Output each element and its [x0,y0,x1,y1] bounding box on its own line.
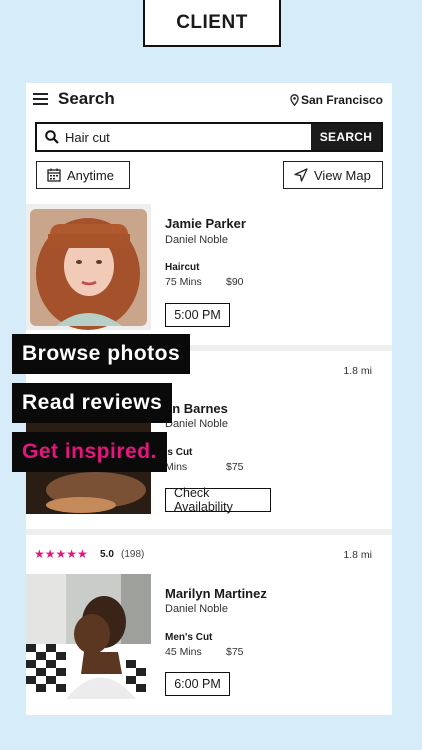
stylist-name: Jamie Parker [165,216,246,231]
service-duration: 45 Mins [165,646,202,658]
page-title: Search [58,89,115,108]
service-name: Haircut [165,262,200,273]
service-duration: 75 Mins [165,276,202,288]
salon-name: Daniel Noble [165,418,228,430]
portrait-image [30,209,147,330]
time-slot-button[interactable]: 6:00 PM [165,672,230,696]
distance-label: 1.8 mi [343,365,372,377]
service-price: $75 [226,646,244,658]
map-pin-icon [290,94,299,106]
service-name: 's Cut [165,447,193,458]
top-bar: Search San Francisco [26,83,392,121]
view-map-label: View Map [314,167,371,183]
search-button[interactable]: SEARCH [311,124,381,150]
service-price: $90 [226,276,244,288]
client-badge: CLIENT [143,0,281,47]
service-duration: Mins [165,461,188,473]
search-input[interactable]: Hair cut [37,124,311,150]
anytime-label: Anytime [67,167,114,183]
navigation-arrow-icon [294,168,308,182]
view-map-button[interactable]: View Map [283,161,383,189]
anytime-filter-button[interactable]: Anytime [36,161,130,189]
search-icon [45,130,59,144]
browse-photos-caption: Browse photos [12,334,191,374]
rating-value: 5.0 [100,549,114,560]
calendar-icon [47,168,61,182]
distance-label: 1.8 mi [343,549,372,561]
time-slot-button[interactable]: 5:00 PM [165,303,230,327]
location-label: San Francisco [300,93,383,107]
salon-name: Daniel Noble [165,234,228,246]
read-reviews-caption: Read reviews [12,383,173,423]
stylist-name: Marilyn Martinez [165,586,267,601]
service-price: $75 [226,461,244,473]
search-bar: Hair cut SEARCH [35,122,383,152]
stylist-photo [26,204,151,330]
menu-icon[interactable] [33,93,48,105]
search-input-value: Hair cut [65,129,110,145]
stylist-name: an Barnes [165,401,228,416]
divider [26,529,392,535]
stylist-photo [26,574,151,699]
get-inspired-caption: Get inspired. [12,432,167,472]
star-rating-icon: ★★★★★ [34,547,88,561]
location-selector[interactable]: San Francisco [290,93,383,107]
check-availability-button[interactable]: Check Availability [165,486,271,514]
portrait-image [26,574,151,699]
salon-name: Daniel Noble [165,603,228,615]
service-name: Men's Cut [165,632,213,643]
review-count[interactable]: (198) [121,549,144,560]
